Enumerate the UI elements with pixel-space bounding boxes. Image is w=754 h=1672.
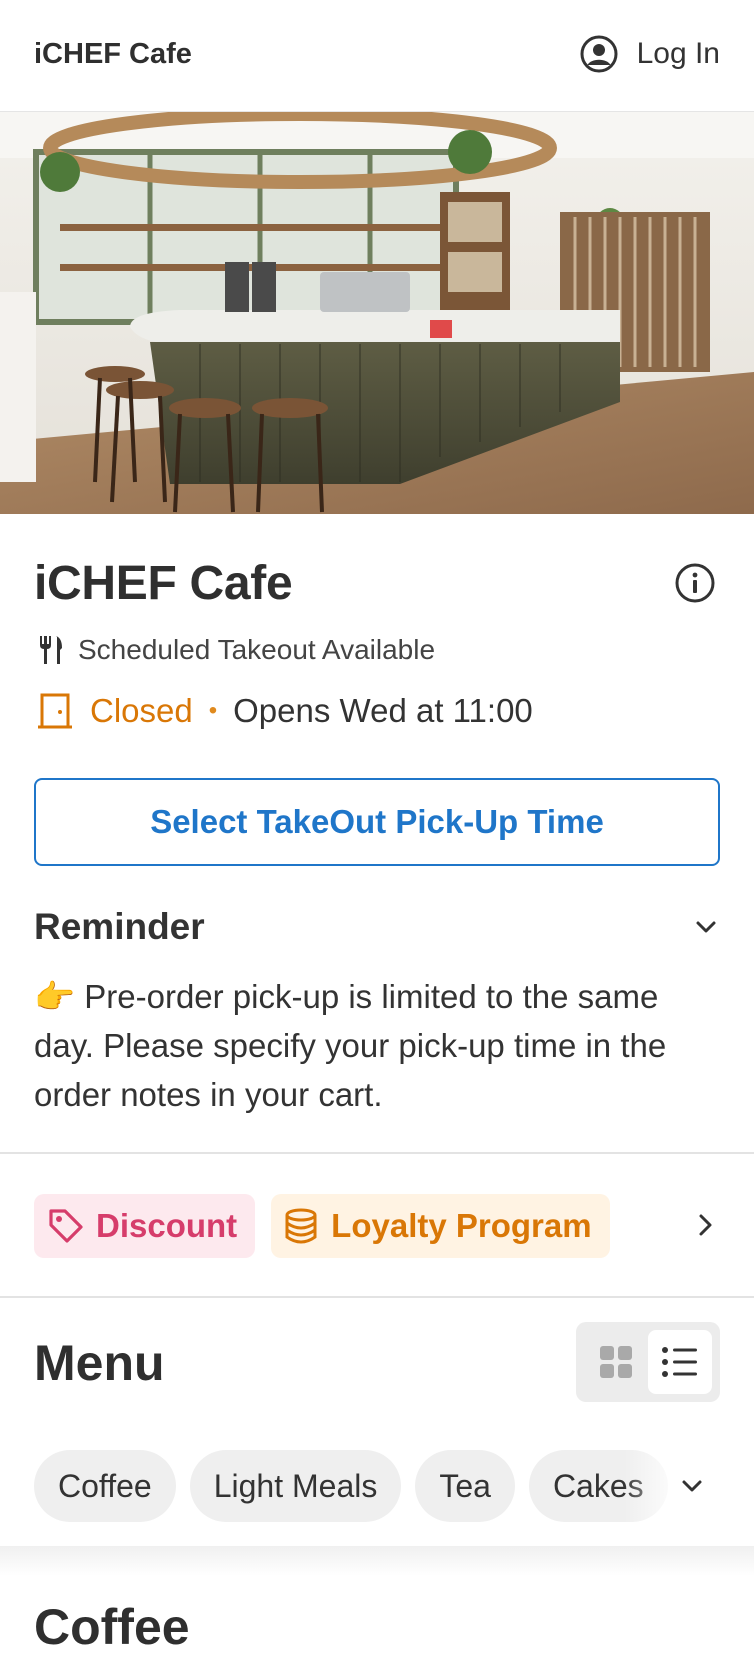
store-status: Closed • Opens Wed at 11:00 [38,692,533,730]
discount-label: Discount [96,1207,238,1244]
utensils-icon [40,636,62,664]
category-pill-light-meals[interactable]: Light Meals [189,1450,402,1522]
reminder-text: 👉 Pre-order pick-up is limited to the sa… [34,978,667,1113]
grid-icon [600,1346,632,1378]
menu-title: Menu [34,1335,165,1391]
store-title: iCHEF Cafe [34,557,293,610]
store-cover-photo [0,112,754,514]
opening-hours: Opens Wed at 11:00 [233,692,533,729]
store-info-button[interactable] [674,562,716,604]
reminder-title: Reminder [34,906,205,947]
sticky-header-shadow [0,1546,754,1576]
coins-stack-icon [285,1208,317,1244]
category-pill-tea[interactable]: Tea [415,1450,515,1522]
info-icon [675,563,715,603]
brand-name[interactable]: iCHEF Cafe [34,38,192,71]
login-label: Log In [636,37,720,70]
section-divider [0,1152,754,1154]
list-icon [662,1347,697,1377]
category-tabs: Coffee Light Meals Tea Cakes [34,1450,684,1522]
login-button[interactable]: Log In [579,34,720,74]
tag-icon [49,1209,83,1243]
view-mode-toggle [576,1322,720,1402]
pickup-button-label: Select TakeOut Pick-Up Time [150,803,604,840]
reminder-toggle[interactable]: Reminder [34,906,720,948]
takeout-label: Scheduled Takeout Available [78,634,436,665]
chevron-right-icon[interactable] [690,1210,720,1240]
grid-view-button[interactable] [586,1332,646,1392]
status-separator: • [208,697,218,724]
list-view-button[interactable] [648,1330,712,1394]
section-divider [0,1296,754,1298]
door-icon [38,693,72,729]
category-scroll-fade [624,1450,684,1522]
loyalty-program-label: Loyalty Program [331,1207,592,1244]
chevron-down-icon [696,921,716,933]
chevron-down-icon[interactable] [676,1470,708,1502]
user-circle-icon [580,35,618,73]
takeout-availability: Scheduled Takeout Available [38,634,435,666]
status-closed: Closed [90,692,193,729]
top-bar: iCHEF Cafe Log In [0,0,754,112]
promotions-bar: Discount Loyalty Program [34,1194,720,1258]
menu-section-title: Coffee [34,1599,190,1655]
category-pill-coffee[interactable]: Coffee [34,1450,176,1522]
loyalty-program-chip[interactable]: Loyalty Program [271,1194,610,1258]
discount-chip[interactable]: Discount [34,1194,256,1258]
cafe-interior-photo [0,112,754,514]
select-pickup-time-button[interactable]: Select TakeOut Pick-Up Time [34,778,720,866]
